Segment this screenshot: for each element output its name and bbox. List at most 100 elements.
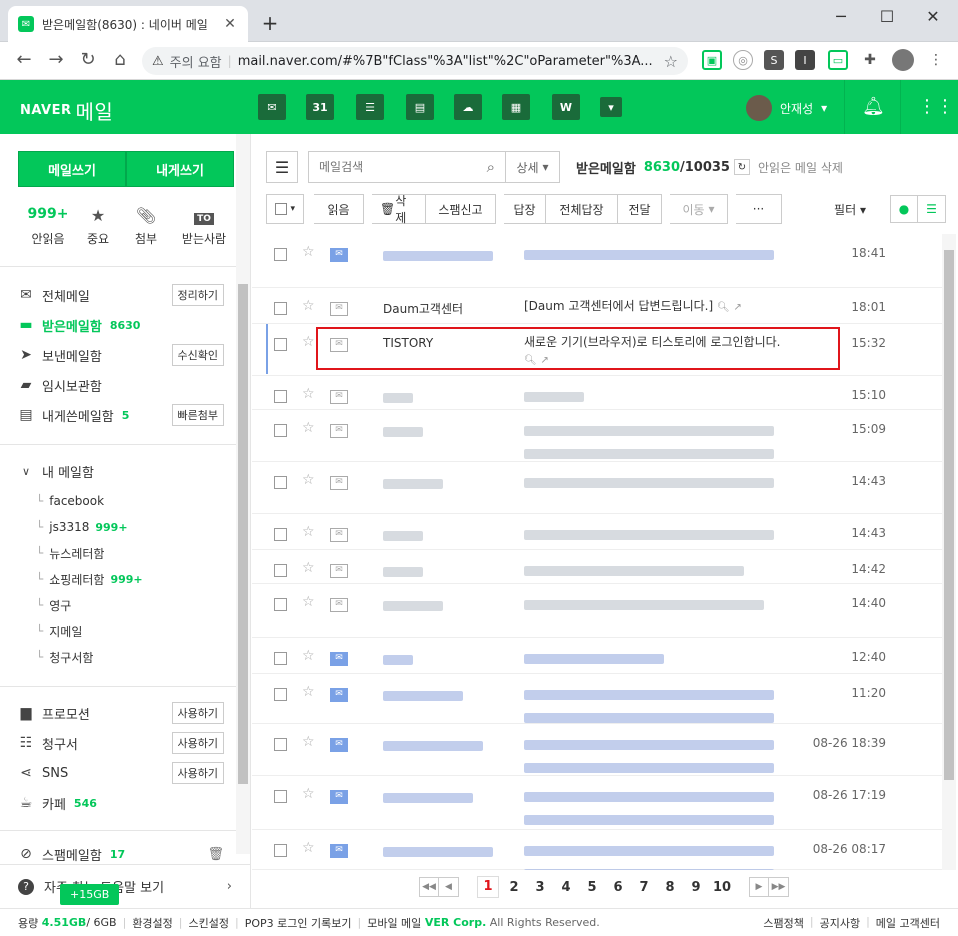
my-mailbox-toggle[interactable]: ∨ 내 메일함 — [18, 456, 224, 486]
skin-settings-link[interactable]: 스킨설정 — [189, 915, 229, 931]
mailbox-gmail[interactable]: └ 지메일 — [36, 618, 82, 644]
extension-s-icon[interactable]: S — [764, 50, 784, 70]
mail-sender-redacted[interactable] — [383, 392, 413, 406]
mail-home-icon[interactable]: ✉ — [258, 94, 286, 120]
window-close-icon[interactable]: ✕ — [910, 0, 956, 32]
mail-sender-redacted[interactable] — [383, 530, 423, 544]
mail-row[interactable]: ☆ ✉ 11:20 — [252, 674, 942, 724]
mail-checkbox[interactable] — [274, 424, 287, 437]
unread-envelope-icon[interactable]: ✉ — [330, 248, 348, 262]
mail-row[interactable]: ☆ ✉ 15:09 — [252, 410, 942, 462]
write-mail-button[interactable]: 메일쓰기 — [18, 151, 126, 187]
user-menu[interactable]: 안재성 ▾ — [746, 95, 827, 121]
extension-i-icon[interactable]: I — [795, 50, 815, 70]
trash-icon[interactable]: 🗑︎ — [207, 847, 224, 862]
forward-button[interactable]: 전달 — [618, 194, 662, 224]
mail-sender-redacted[interactable] — [383, 478, 443, 492]
url-text[interactable]: mail.naver.com/#%7B"fClass"%3A"list"%2C"… — [238, 54, 658, 69]
mail-checkbox[interactable] — [274, 598, 287, 611]
mail-row[interactable]: ☆ ✉ 08-26 17:19 — [252, 776, 942, 830]
read-envelope-icon[interactable]: ✉ — [330, 528, 348, 542]
star-icon[interactable]: ☆ — [302, 734, 315, 750]
unread-count[interactable]: 8630 — [644, 160, 680, 175]
cloud-icon[interactable]: ☁ — [454, 94, 482, 120]
star-icon[interactable]: ☆ — [302, 524, 315, 540]
extension-globe-icon[interactable]: ◎ — [733, 50, 753, 70]
page-number[interactable]: 5 — [579, 880, 605, 895]
use-button[interactable]: 사용하기 — [171, 762, 224, 784]
mail-row[interactable]: ☆ ✉ 15:10 — [252, 376, 942, 410]
mailbox-bills[interactable]: └ 청구서함 — [36, 644, 93, 670]
home-icon[interactable]: ⌂ — [108, 50, 132, 72]
use-button[interactable]: 사용하기 — [171, 702, 224, 724]
folder-sent[interactable]: ➤ 보낸메일함 수신확인 — [18, 340, 224, 370]
mobile-mail-link[interactable]: 모바일 메일 — [367, 915, 421, 931]
star-icon[interactable]: ☆ — [302, 786, 315, 802]
search-detail-select[interactable]: 상세 ▾ — [506, 151, 560, 183]
new-tab-icon[interactable]: + — [258, 12, 282, 36]
spam-policy-link[interactable]: 스팸정책 — [763, 915, 803, 931]
search-input[interactable] — [319, 160, 481, 174]
mark-read-button[interactable]: 읽음 — [314, 194, 364, 224]
mailbox-newsletter[interactable]: └ 뉴스레터함 — [36, 540, 104, 566]
star-icon[interactable]: ☆ — [302, 334, 315, 350]
move-button[interactable]: 이동 ▾ — [670, 194, 728, 224]
customer-center-link[interactable]: 메일 고객센터 — [876, 915, 940, 931]
mail-checkbox[interactable] — [274, 248, 287, 261]
mail-checkbox[interactable] — [274, 790, 287, 803]
folder-promotion[interactable]: ▆ 프로모션 사용하기 — [18, 698, 224, 728]
unread-envelope-icon[interactable]: ✉ — [330, 844, 348, 858]
mail-sender-redacted[interactable] — [383, 250, 493, 264]
mailbox-shopping[interactable]: └ 쇼핑레터함 999+ — [36, 566, 143, 592]
mail-checkbox[interactable] — [274, 476, 287, 489]
hamburger-menu-icon[interactable]: ☰ — [266, 151, 298, 183]
folder-bill[interactable]: ☷ 청구서 사용하기 — [18, 728, 224, 758]
star-icon[interactable]: ☆ — [302, 648, 315, 664]
star-icon[interactable]: ☆ — [302, 386, 315, 402]
extension-naver-icon[interactable]: ▣ — [702, 50, 722, 70]
naver-mail-logo[interactable]: NAVER 메일 — [20, 96, 113, 125]
mail-sender-redacted[interactable] — [383, 792, 473, 806]
mail-subject-redacted[interactable] — [524, 738, 784, 778]
mail-checkbox[interactable] — [274, 338, 287, 351]
mail-subject-redacted[interactable] — [524, 424, 784, 464]
mail-list-scroll-thumb[interactable] — [944, 250, 954, 780]
mail-row[interactable]: ☆ ✉ 14:42 — [252, 550, 942, 584]
reply-all-button[interactable]: 전체답장 — [546, 194, 618, 224]
quick-attachment[interactable]: 📎︎ 첨부 — [116, 206, 176, 247]
star-icon[interactable]: ☆ — [302, 472, 315, 488]
mail-list-scrollbar[interactable] — [942, 234, 956, 870]
pop3-log-link[interactable]: POP3 로그인 기록보기 — [245, 915, 352, 931]
folder-sns[interactable]: ⋖ SNS 사용하기 — [18, 758, 224, 788]
prev-page-icon[interactable]: ◀ — [439, 877, 459, 897]
read-envelope-icon[interactable]: ✉ — [330, 390, 348, 404]
mailbox-facebook[interactable]: └ facebook — [36, 488, 104, 514]
first-page-icon[interactable]: ◀◀ — [419, 877, 439, 897]
reply-button[interactable]: 답장 — [504, 194, 546, 224]
mail-subject-redacted[interactable] — [524, 688, 784, 728]
bookmark-star-icon[interactable]: ☆ — [664, 52, 678, 71]
mail-sender-redacted[interactable] — [383, 654, 413, 668]
preview-search-icon[interactable]: 🔍︎ — [717, 302, 730, 313]
maximize-icon[interactable]: ☐ — [864, 0, 910, 32]
mail-sender-redacted[interactable] — [383, 600, 443, 614]
select-all-checkbox[interactable]: ▾ — [266, 194, 304, 224]
delete-button[interactable]: 🗑︎ 삭제 — [372, 194, 426, 225]
write-self-button[interactable]: 내게쓰기 — [126, 151, 234, 187]
mail-checkbox[interactable] — [274, 652, 287, 665]
mail-sender[interactable]: Daum고객센터 — [383, 300, 463, 317]
unread-envelope-icon[interactable]: ✉ — [330, 738, 348, 752]
mail-row[interactable]: ☆ ✉ Daum고객센터 [Daum 고객센터에서 답변드립니다.] 🔍︎ ↗ 18:0… — [252, 288, 942, 324]
sidebar-scroll-thumb[interactable] — [238, 284, 248, 784]
minimize-icon[interactable]: ─ — [818, 0, 864, 32]
mail-subject-redacted[interactable] — [524, 248, 784, 265]
star-icon[interactable]: ☆ — [302, 420, 315, 436]
delete-unread-link[interactable]: 안읽은 메일 삭제 — [758, 159, 843, 176]
mail-sender-redacted[interactable] — [383, 846, 493, 860]
star-icon[interactable]: ☆ — [302, 840, 315, 856]
more-services-icon[interactable]: ▾ — [600, 97, 622, 117]
mail-row[interactable]: ☆ ✉ 14:40 — [252, 584, 942, 638]
mail-checkbox[interactable] — [274, 390, 287, 403]
mail-checkbox[interactable] — [274, 564, 287, 577]
browser-menu-icon[interactable]: ⋮ — [926, 50, 946, 70]
